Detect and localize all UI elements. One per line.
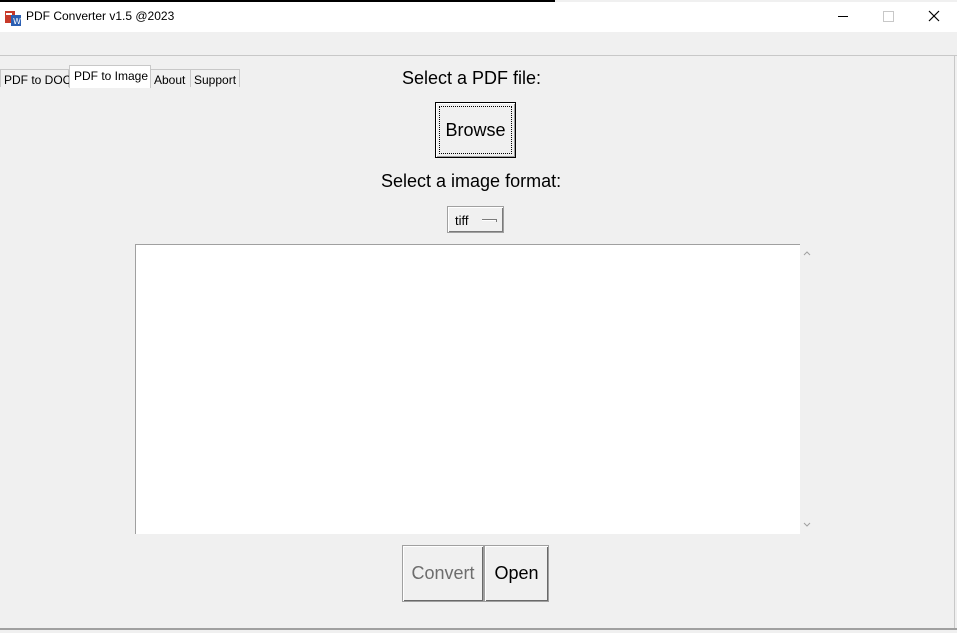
tab-divider	[0, 55, 957, 56]
maximize-icon	[883, 11, 894, 22]
minimize-button[interactable]	[820, 2, 866, 32]
panel-right-border	[954, 55, 955, 629]
tab-pdf-to-doc[interactable]: PDF to DOC	[0, 69, 71, 87]
maximize-button[interactable]	[866, 2, 912, 32]
option-menu-indicator-icon	[482, 219, 497, 222]
scroll-down-arrow-icon[interactable]	[802, 521, 812, 529]
tab-about[interactable]: About	[150, 69, 191, 87]
browse-button[interactable]: Browse	[435, 102, 516, 158]
image-format-value: tiff	[455, 213, 469, 228]
select-format-label: Select a image format:	[381, 171, 562, 191]
open-button[interactable]: Open	[484, 545, 549, 602]
output-log-textarea[interactable]	[135, 244, 800, 534]
svg-text:W: W	[13, 17, 21, 26]
title-bar[interactable]: W PDF Converter v1.5 @2023	[0, 2, 957, 32]
image-format-select[interactable]: tiff	[447, 206, 504, 233]
focus-rectangle	[439, 106, 512, 154]
convert-button[interactable]: Convert	[402, 545, 484, 602]
close-icon	[928, 10, 940, 22]
app-icon: W	[5, 10, 21, 26]
close-button[interactable]	[911, 2, 957, 32]
panel-bottom-border	[0, 628, 957, 630]
scroll-up-arrow-icon[interactable]	[802, 249, 812, 257]
tab-strip: PDF to DOC PDF to Image About Support	[0, 32, 957, 88]
minimize-icon	[838, 16, 848, 17]
window-title: PDF Converter v1.5 @2023	[26, 9, 175, 23]
tab-pdf-to-image[interactable]: PDF to Image	[69, 65, 151, 88]
select-pdf-label: Select a PDF file:	[402, 68, 542, 88]
tab-support[interactable]: Support	[190, 69, 240, 87]
